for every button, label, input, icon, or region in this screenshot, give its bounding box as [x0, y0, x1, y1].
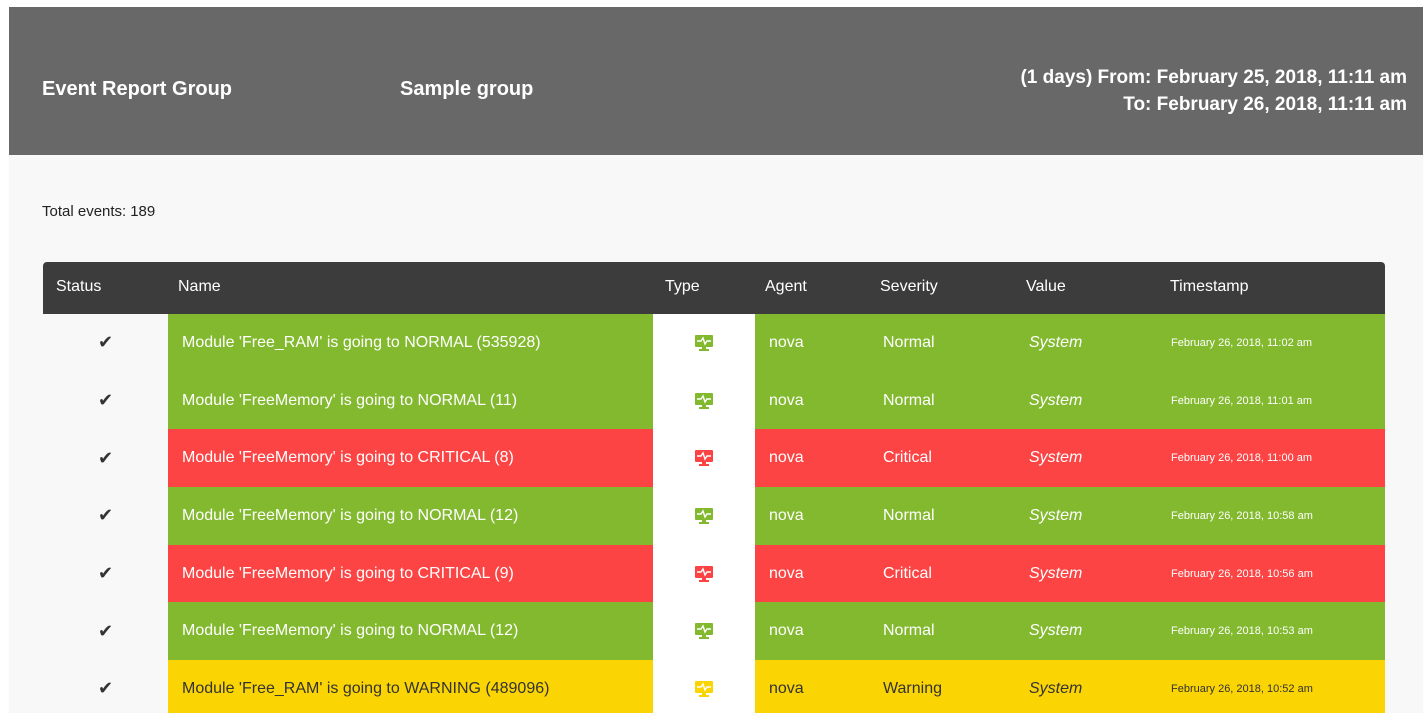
- report-header: Event Report Group Sample group (1 days)…: [9, 7, 1423, 155]
- check-icon: ✔: [97, 332, 114, 354]
- event-name[interactable]: Module 'FreeMemory' is going to CRITICAL…: [168, 544, 653, 603]
- table-row[interactable]: ✔ Module 'Free_RAM' is going to WARNING (…: [43, 660, 1385, 713]
- value-label: System: [1029, 391, 1083, 409]
- timestamp-label: February 26, 2018, 11:01 am: [1171, 394, 1313, 407]
- type-cell: [653, 314, 755, 372]
- date-range-from: (1 days) From: February 25, 2018, 11:11 …: [1020, 67, 1407, 88]
- column-header-status[interactable]: Status: [56, 278, 101, 296]
- status-cell: ✔: [43, 429, 168, 488]
- event-name[interactable]: Module 'FreeMemory' is going to CRITICAL…: [168, 429, 653, 488]
- type-cell: [653, 371, 755, 430]
- column-header-name[interactable]: Name: [178, 278, 221, 296]
- type-cell: [653, 660, 755, 713]
- agent-link[interactable]: nova: [769, 602, 804, 660]
- report-page: Event Report Group Sample group (1 days)…: [9, 7, 1423, 713]
- type-cell: [653, 429, 755, 488]
- status-cell: ✔: [43, 371, 168, 430]
- severity-label: Normal: [883, 333, 935, 351]
- table-header: Status Name Type Agent Severity Value Ti…: [43, 262, 1385, 314]
- check-icon: ✔: [97, 620, 114, 642]
- table-row[interactable]: ✔ Module 'FreeMemory' is going to NORMAL …: [43, 371, 1385, 430]
- event-name[interactable]: Module 'Free_RAM' is going to NORMAL (53…: [168, 314, 653, 372]
- status-cell: ✔: [43, 487, 168, 545]
- check-icon: ✔: [97, 678, 114, 700]
- check-icon: ✔: [97, 390, 114, 412]
- agent-link[interactable]: nova: [769, 660, 804, 713]
- agent-link[interactable]: nova: [769, 314, 804, 372]
- event-details: nova Normal System February 26, 2018, 11:02…: [755, 314, 1385, 372]
- event-details: nova Normal System February 26, 2018, 10:58…: [755, 487, 1385, 545]
- column-header-severity[interactable]: Severity: [880, 278, 938, 296]
- table-row[interactable]: ✔ Module 'FreeMemory' is going to NORMAL …: [43, 602, 1385, 661]
- group-name: Sample group: [400, 78, 534, 100]
- column-header-value[interactable]: Value: [1026, 278, 1066, 296]
- event-details: nova Critical System February 26, 2018, 10:…: [755, 544, 1385, 603]
- table-body: ✔ Module 'Free_RAM' is going to NORMAL (5…: [43, 314, 1385, 713]
- status-cell: ✔: [43, 544, 168, 603]
- table-row[interactable]: ✔ Module 'FreeMemory' is going to CRITICA…: [43, 429, 1385, 488]
- timestamp-label: February 26, 2018, 10:53 am: [1171, 625, 1313, 638]
- agent-link[interactable]: nova: [769, 487, 804, 545]
- status-cell: ✔: [43, 314, 168, 372]
- severity-label: Critical: [883, 564, 932, 582]
- monitor-icon: [695, 680, 713, 697]
- value-label: System: [1029, 679, 1083, 697]
- total-events-value: 189: [130, 203, 156, 220]
- column-header-agent[interactable]: Agent: [765, 278, 807, 296]
- severity-label: Warning: [883, 679, 942, 697]
- type-cell: [653, 544, 755, 603]
- check-icon: ✔: [97, 563, 114, 585]
- event-details: nova Critical System February 26, 2018, 11:…: [755, 429, 1385, 488]
- agent-link[interactable]: nova: [769, 372, 804, 430]
- column-header-timestamp[interactable]: Timestamp: [1170, 278, 1249, 296]
- timestamp-label: February 26, 2018, 10:58 am: [1171, 509, 1313, 522]
- date-range-to: To: February 26, 2018, 11:11 am: [1123, 94, 1407, 115]
- events-table: Status Name Type Agent Severity Value Ti…: [43, 262, 1385, 713]
- monitor-icon: [695, 450, 713, 467]
- timestamp-label: February 26, 2018, 10:52 am: [1171, 682, 1313, 695]
- total-events-label: Total events:: [42, 203, 127, 220]
- event-details: nova Normal System February 26, 2018, 11:01…: [755, 371, 1385, 430]
- value-label: System: [1029, 622, 1083, 640]
- check-icon: ✔: [97, 505, 114, 527]
- status-cell: ✔: [43, 660, 168, 713]
- total-events: Total events: 189: [42, 203, 155, 220]
- status-cell: ✔: [43, 602, 168, 661]
- table-row[interactable]: ✔ Module 'FreeMemory' is going to NORMAL …: [43, 487, 1385, 545]
- event-name[interactable]: Module 'Free_RAM' is going to WARNING (4…: [168, 660, 653, 713]
- event-name[interactable]: Module 'FreeMemory' is going to NORMAL (…: [168, 602, 653, 661]
- value-label: System: [1029, 564, 1083, 582]
- check-icon: ✔: [97, 447, 114, 469]
- severity-label: Critical: [883, 449, 932, 467]
- type-cell: [653, 602, 755, 661]
- value-label: System: [1029, 506, 1083, 524]
- severity-label: Normal: [883, 506, 935, 524]
- table-row[interactable]: ✔ Module 'Free_RAM' is going to NORMAL (5…: [43, 314, 1385, 372]
- value-label: System: [1029, 449, 1083, 467]
- event-details: nova Normal System February 26, 2018, 10:53…: [755, 602, 1385, 661]
- timestamp-label: February 26, 2018, 10:56 am: [1171, 567, 1313, 580]
- value-label: System: [1029, 333, 1083, 351]
- date-range: (1 days) From: February 25, 2018, 11:11 …: [1020, 64, 1407, 118]
- severity-label: Normal: [883, 391, 935, 409]
- monitor-icon: [695, 623, 713, 640]
- monitor-icon: [695, 334, 713, 351]
- event-name[interactable]: Module 'FreeMemory' is going to NORMAL (…: [168, 371, 653, 430]
- event-details: nova Warning System February 26, 2018, 10:5…: [755, 660, 1385, 713]
- monitor-icon: [695, 392, 713, 409]
- agent-link[interactable]: nova: [769, 429, 804, 487]
- table-row[interactable]: ✔ Module 'FreeMemory' is going to CRITICA…: [43, 544, 1385, 603]
- timestamp-label: February 26, 2018, 11:00 am: [1171, 452, 1313, 465]
- agent-link[interactable]: nova: [769, 545, 804, 603]
- timestamp-label: February 26, 2018, 11:02 am: [1171, 336, 1313, 349]
- column-header-type[interactable]: Type: [665, 278, 700, 296]
- severity-label: Normal: [883, 622, 935, 640]
- report-title: Event Report Group: [42, 78, 233, 100]
- monitor-icon: [695, 565, 713, 582]
- type-cell: [653, 487, 755, 545]
- monitor-icon: [695, 507, 713, 524]
- event-name[interactable]: Module 'FreeMemory' is going to NORMAL (…: [168, 487, 653, 545]
